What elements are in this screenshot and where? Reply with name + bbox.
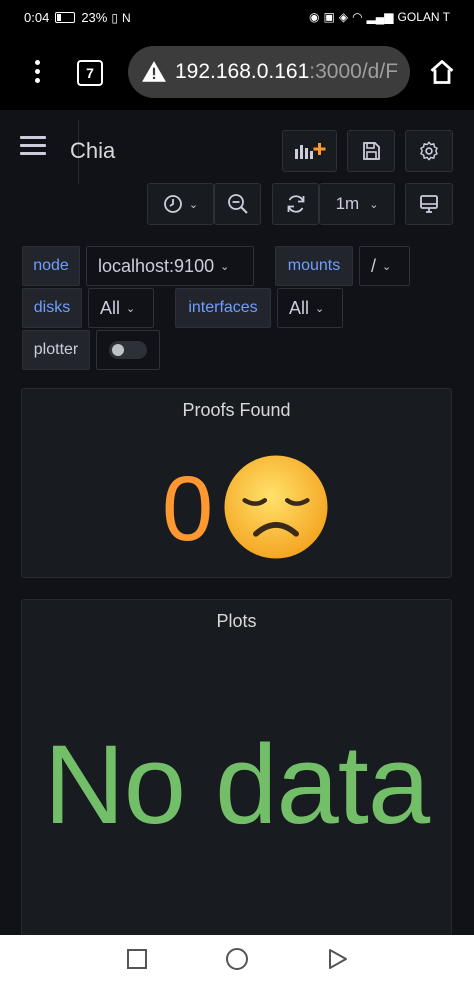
dashboard-settings-button[interactable] bbox=[405, 130, 453, 172]
grafana-dashboard: Chia ⌄ 1m ⌄ node localhost:9100 ⌄ mounts… bbox=[0, 110, 474, 935]
time-picker-button[interactable]: ⌄ bbox=[147, 183, 214, 225]
zoom-out-button[interactable] bbox=[214, 183, 261, 225]
system-nav-bar bbox=[0, 935, 474, 984]
variable-label-mounts: mounts bbox=[275, 246, 353, 286]
add-panel-icon bbox=[294, 143, 325, 159]
add-panel-button[interactable] bbox=[282, 130, 337, 172]
gear-icon bbox=[420, 141, 438, 161]
clock-icon bbox=[163, 195, 182, 213]
view-mode-button[interactable] bbox=[405, 183, 453, 225]
variable-select-disks[interactable]: All ⌄ bbox=[88, 288, 154, 328]
whatsapp-icon: ◉ bbox=[309, 10, 320, 24]
telegram-icon: ◈ bbox=[338, 10, 349, 24]
wifi-icon: ◠ bbox=[352, 10, 363, 24]
plotter-toggle-container bbox=[96, 330, 160, 370]
status-time: 0:04 bbox=[24, 10, 50, 25]
variable-value-interfaces: All bbox=[289, 297, 310, 318]
variable-value-disks: All bbox=[100, 297, 121, 318]
vibrate-icon: ▯ bbox=[111, 10, 118, 25]
chevron-down-icon: ⌄ bbox=[315, 302, 325, 315]
status-bar: 0:04 23% ▯ N ◉ ▣ ◈ ◠ ▂▄▆ GOLAN T bbox=[0, 0, 474, 36]
save-dashboard-button[interactable] bbox=[347, 130, 395, 172]
variable-select-mounts[interactable]: / ⌄ bbox=[359, 246, 410, 286]
variable-label-node: node bbox=[22, 246, 80, 286]
tab-switcher-button[interactable]: 7 bbox=[77, 60, 103, 86]
home-nav-icon[interactable] bbox=[225, 947, 249, 971]
url-host: 192.168.0.161 bbox=[175, 60, 310, 83]
panel-plots[interactable]: Plots No data bbox=[21, 599, 452, 935]
browser-toolbar: 7 192.168.0.161:3000/d/F bbox=[0, 36, 474, 110]
refresh-interval-value: 1m bbox=[335, 194, 360, 213]
signal-icon: ▂▄▆ bbox=[366, 10, 394, 24]
panel-proofs-found[interactable]: Proofs Found 0 bbox=[21, 388, 452, 578]
chevron-down-icon: ⌄ bbox=[382, 260, 392, 273]
chevron-down-icon: ⌄ bbox=[188, 198, 199, 211]
address-bar[interactable]: 192.168.0.161:3000/d/F bbox=[128, 46, 410, 98]
variable-label-disks: disks bbox=[22, 288, 82, 328]
variable-select-node[interactable]: localhost:9100 ⌄ bbox=[86, 246, 254, 286]
battery-percent: 23% bbox=[81, 10, 108, 25]
variable-value-mounts: / bbox=[371, 255, 377, 276]
back-icon[interactable] bbox=[327, 947, 349, 971]
chevron-down-icon: ⌄ bbox=[369, 198, 379, 211]
monitor-icon bbox=[420, 195, 438, 213]
plotter-toggle[interactable] bbox=[109, 341, 147, 359]
not-secure-warning-icon bbox=[142, 61, 166, 82]
menu-icon[interactable] bbox=[20, 136, 46, 156]
chevron-down-icon: ⌄ bbox=[126, 302, 136, 315]
disappointed-face-icon bbox=[224, 455, 328, 559]
url-path: :3000/d/F bbox=[309, 60, 399, 83]
carrier-name: GOLAN T bbox=[397, 10, 450, 24]
nfc-icon: N bbox=[121, 10, 131, 25]
save-icon bbox=[363, 142, 380, 160]
no-data-message: No data bbox=[43, 722, 430, 847]
stat-value: 0 bbox=[162, 458, 214, 560]
variable-value-node: localhost:9100 bbox=[98, 255, 215, 276]
more-menu-icon[interactable] bbox=[26, 60, 48, 88]
panel-title: Proofs Found bbox=[182, 400, 291, 420]
home-icon[interactable] bbox=[428, 58, 456, 86]
refresh-button[interactable] bbox=[272, 183, 319, 225]
dashboard-title[interactable]: Chia bbox=[70, 138, 115, 164]
variable-label-interfaces: interfaces bbox=[175, 288, 271, 328]
chevron-down-icon: ⌄ bbox=[220, 260, 230, 273]
battery-icon bbox=[55, 12, 76, 23]
calendar-icon: ▣ bbox=[323, 10, 335, 24]
refresh-interval-picker[interactable]: 1m ⌄ bbox=[319, 183, 395, 225]
variable-label-plotter: plotter bbox=[22, 330, 90, 370]
refresh-icon bbox=[287, 195, 304, 213]
recents-icon[interactable] bbox=[126, 947, 148, 971]
variable-select-interfaces[interactable]: All ⌄ bbox=[277, 288, 343, 328]
url-text: 192.168.0.161:3000/d/F bbox=[175, 60, 398, 84]
panel-title: Plots bbox=[216, 611, 257, 631]
zoom-out-icon bbox=[227, 194, 248, 214]
